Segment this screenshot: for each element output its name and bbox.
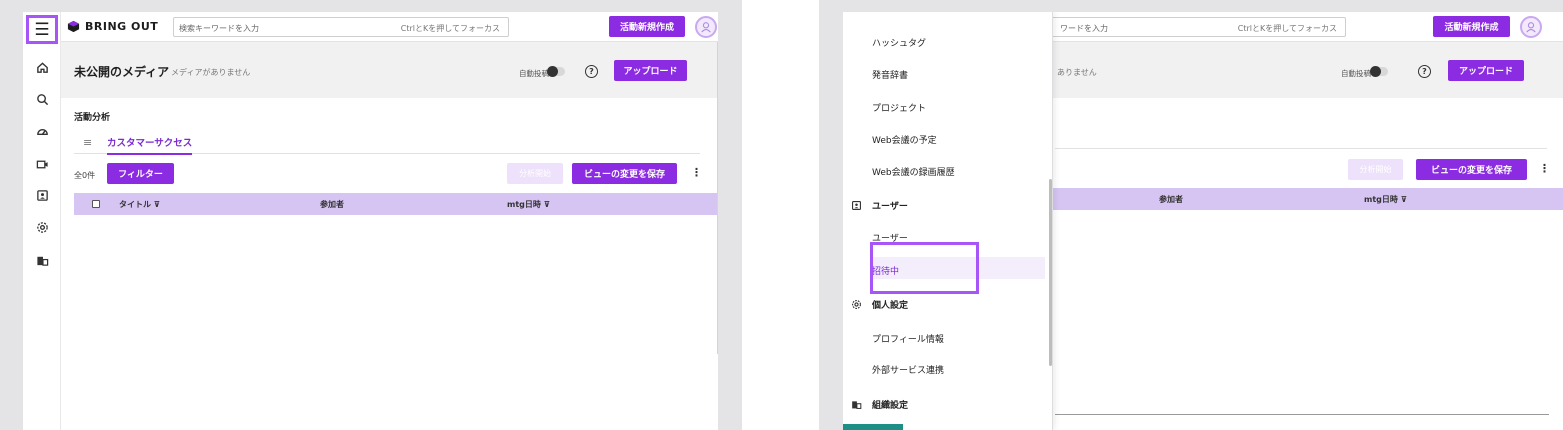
list-icon[interactable]: ≡ (83, 136, 92, 149)
column-mtg-datetime[interactable]: mtg日時 ⊽ (507, 199, 550, 210)
organization-icon (850, 399, 862, 410)
user-icon (701, 22, 711, 33)
avatar[interactable] (695, 16, 717, 38)
column-participants[interactable]: 参加者 (320, 199, 344, 210)
drawer-item-profile[interactable]: プロフィール情報 (872, 332, 944, 345)
drawer-group-user-label: ユーザー (872, 202, 908, 212)
logo-cube-icon (67, 20, 80, 33)
drawer-group-organization-label: 組織設定 (872, 401, 909, 411)
app-window: ☰ BRING OUT 検索キーワードを入力 CtrlとKを押してフォーカス 活… (23, 12, 718, 430)
drawer-cutoff-item (872, 12, 912, 14)
search-input[interactable]: ワードを入力 CtrlとKを押してフォーカス (1023, 17, 1346, 37)
help-icon[interactable]: ? (1418, 65, 1431, 78)
auto-post-toggle[interactable] (1370, 66, 1388, 77)
drawer-group-personal-label: 個人設定 (872, 301, 909, 311)
avatar[interactable] (1520, 16, 1542, 38)
drawer-item-project[interactable]: プロジェクト (872, 101, 926, 114)
left-screenshot-panel: ☰ BRING OUT 検索キーワードを入力 CtrlとKを押してフォーカス 活… (0, 0, 742, 430)
more-options-icon[interactable]: ⋮ (1539, 162, 1550, 175)
hamburger-icon: ☰ (34, 19, 50, 40)
help-icon[interactable]: ? (585, 65, 598, 78)
organization-icon[interactable] (30, 248, 54, 272)
app-window: ワードを入力 CtrlとKを押してフォーカス 活動新規作成 ありません 自動投稿… (843, 12, 1563, 430)
icon-rail: ☰ (23, 12, 61, 430)
unpublished-media-band: 未公開のメディア メディアがありません 自動投稿 ? アップロード (61, 42, 718, 98)
column-mtg-datetime[interactable]: mtg日時 ⊽ (1364, 194, 1407, 205)
tabs-divider (1055, 148, 1547, 149)
drawer-group-user[interactable]: ユーザー (850, 199, 908, 212)
drawer-item-hashtag[interactable]: ハッシュタグ (872, 36, 926, 49)
drawer-item-pronunciation[interactable]: 発音辞書 (872, 68, 908, 81)
drawer-item-web-meeting-recordings[interactable]: Web会議の録画履歴 (872, 165, 955, 178)
save-view-button[interactable]: ビューの変更を保存 (572, 163, 677, 184)
tab-customer-success[interactable]: カスタマーサクセス (107, 135, 193, 155)
more-options-icon[interactable]: ⋮ (691, 166, 702, 179)
view-tabs: ≡ カスタマーサクセス (74, 130, 700, 155)
page-subtitle: メディアがありません (171, 68, 251, 77)
search-analytics-icon[interactable] (30, 87, 54, 111)
search-placeholder: ワードを入力 (1060, 24, 1108, 33)
start-analysis-button[interactable]: 分析開始 (1348, 159, 1403, 180)
content-bottom-border (1055, 414, 1549, 415)
user-badge-icon[interactable] (30, 183, 54, 207)
right-screenshot-panel: ワードを入力 CtrlとKを押してフォーカス 活動新規作成 ありません 自動投稿… (819, 0, 1563, 430)
save-view-button[interactable]: ビューの変更を保存 (1416, 159, 1527, 180)
auto-post-label: 自動投稿 (1341, 69, 1371, 78)
filter-icon[interactable]: ⊽ (544, 200, 551, 209)
content-border (717, 42, 718, 354)
column-title[interactable]: タイトル ⊽ (119, 199, 160, 210)
drawer-item-web-meeting-schedule[interactable]: Web会議の予定 (872, 133, 937, 146)
search-shortcut-hint: CtrlとKを押してフォーカス (400, 24, 500, 33)
filter-icon[interactable]: ⊽ (154, 200, 161, 209)
upload-button[interactable]: アップロード (1448, 60, 1524, 81)
page-subtitle-partial: ありません (1057, 68, 1097, 77)
auto-post-toggle[interactable] (547, 66, 565, 77)
settings-icon (850, 299, 862, 310)
search-input[interactable]: 検索キーワードを入力 CtrlとKを押してフォーカス (173, 17, 509, 37)
logo[interactable]: BRING OUT (67, 20, 158, 33)
select-all-checkbox[interactable] (92, 200, 100, 208)
column-participants[interactable]: 参加者 (1159, 194, 1183, 205)
drawer-group-organization-settings[interactable]: 組織設定 (850, 398, 908, 411)
table-header: 参加者 mtg日時 ⊽ (1053, 188, 1563, 210)
create-activity-button[interactable]: 活動新規作成 (1433, 16, 1510, 37)
drawer-scrollbar[interactable] (1049, 179, 1052, 366)
drawer-group-personal-settings[interactable]: 個人設定 (850, 298, 908, 311)
search-placeholder: 検索キーワードを入力 (179, 24, 259, 33)
start-analysis-button[interactable]: 分析開始 (507, 163, 563, 184)
navigation-drawer: ハッシュタグ 発音辞書 プロジェクト Web会議の予定 Web会議の録画履歴 ユ… (843, 12, 1053, 430)
settings-icon[interactable] (30, 215, 54, 239)
result-count: 全0件 (74, 171, 96, 180)
hamburger-menu-button[interactable]: ☰ (26, 15, 58, 44)
top-bar: BRING OUT 検索キーワードを入力 CtrlとKを押してフォーカス 活動新… (61, 12, 718, 42)
search-shortcut-hint: CtrlとKを押してフォーカス (1237, 24, 1337, 33)
table-header: タイトル ⊽ 参加者 mtg日時 ⊽ (74, 193, 718, 215)
page-title: 未公開のメディア (74, 65, 170, 79)
user-icon (1526, 22, 1536, 33)
filter-icon[interactable]: ⊽ (1401, 195, 1408, 204)
video-icon[interactable] (30, 152, 54, 176)
drawer-item-external-services[interactable]: 外部サービス連携 (872, 363, 944, 376)
dashboard-icon[interactable] (30, 119, 54, 143)
status-strip (843, 424, 903, 430)
logo-text: BRING OUT (85, 20, 159, 33)
user-badge-icon (850, 200, 862, 211)
filter-button[interactable]: フィルター (107, 163, 174, 184)
upload-button[interactable]: アップロード (614, 60, 687, 81)
highlight-box (870, 242, 979, 294)
section-label: 活動分析 (74, 113, 111, 123)
home-icon[interactable] (30, 55, 54, 79)
auto-post-label: 自動投稿 (519, 69, 549, 78)
create-activity-button[interactable]: 活動新規作成 (609, 16, 685, 37)
